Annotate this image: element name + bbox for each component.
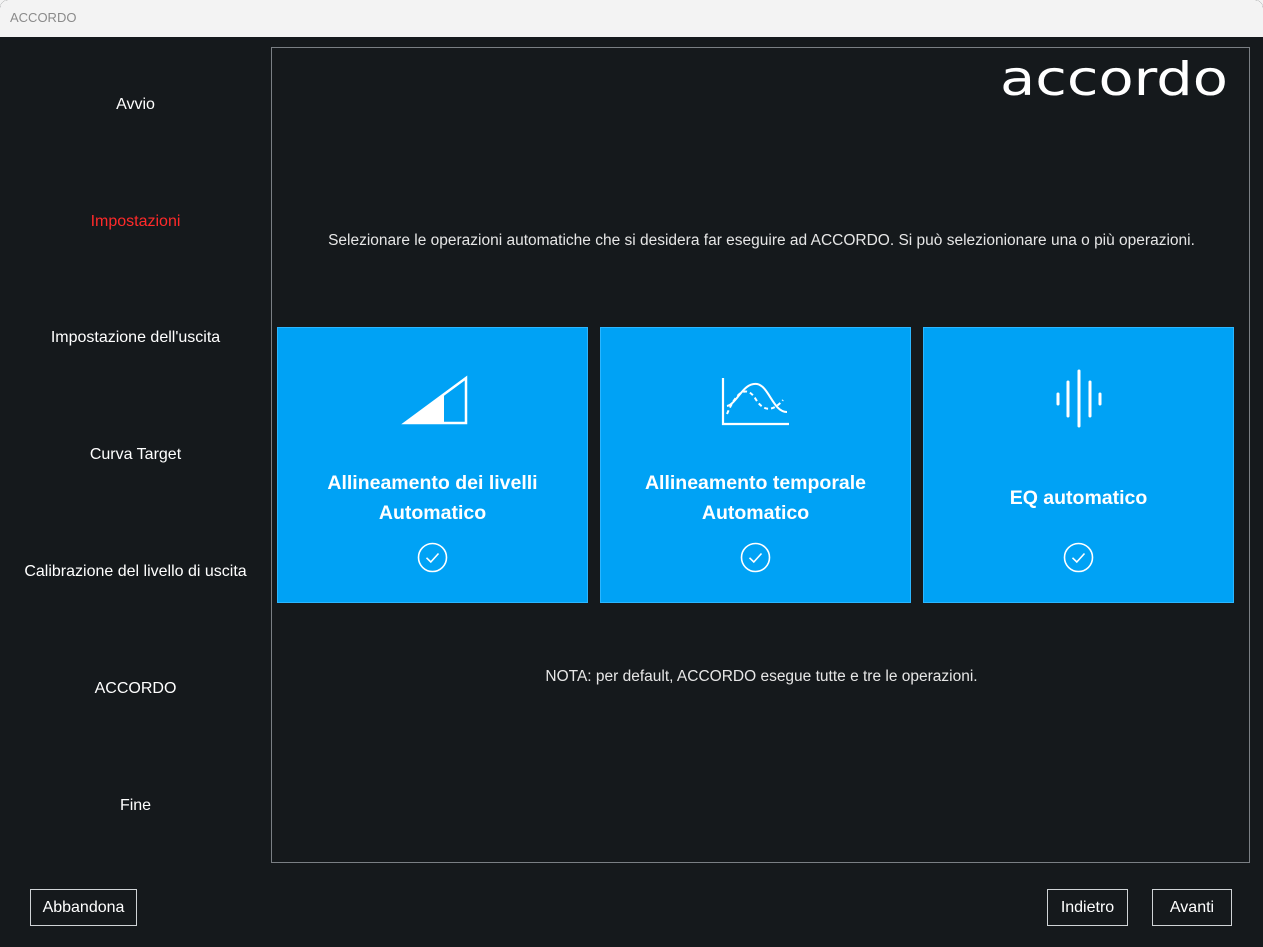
card-title-line2: Automatico bbox=[378, 502, 487, 524]
instructions-text: Selezionare le operazioni automatiche ch… bbox=[328, 232, 1195, 249]
check-circle-icon[interactable] bbox=[417, 542, 448, 573]
card-title-line2: Automatico bbox=[701, 502, 810, 524]
title-bar: ACCORDO bbox=[0, 0, 1263, 37]
abandon-button[interactable]: Abbandona bbox=[30, 889, 137, 926]
next-button[interactable]: Avanti bbox=[1152, 889, 1232, 926]
step-impostazioni: Impostazioni bbox=[90, 213, 181, 230]
level-ramp-icon bbox=[278, 368, 587, 438]
card-title-line1: Allineamento dei livelli bbox=[327, 472, 538, 494]
card-title: EQ automatico bbox=[1009, 487, 1148, 509]
audio-bars-icon bbox=[924, 368, 1233, 438]
step-fine: Fine bbox=[119, 797, 152, 814]
time-wave-icon bbox=[601, 368, 910, 438]
card-auto-eq[interactable]: EQ automatico bbox=[923, 327, 1234, 603]
app-window: ACCORDO Avvio Impostazioni Impostazione … bbox=[0, 0, 1263, 947]
window-title: ACCORDO bbox=[10, 10, 77, 25]
card-title-line1: Allineamento temporale bbox=[644, 472, 867, 494]
card-level-alignment[interactable]: Allineamento dei livelli Automatico bbox=[277, 327, 588, 603]
content-panel: accordo Selezionare le operazioni automa… bbox=[271, 47, 1250, 863]
check-circle-icon[interactable] bbox=[740, 542, 771, 573]
back-button[interactable]: Indietro bbox=[1047, 889, 1128, 926]
step-impostazione-uscita: Impostazione dell'uscita bbox=[50, 329, 221, 346]
logo-text: accordo bbox=[1000, 60, 1228, 100]
wizard-steps-sidebar: Avvio Impostazioni Impostazione dell'usc… bbox=[0, 37, 271, 867]
step-avvio: Avvio bbox=[116, 96, 155, 113]
step-curva-target: Curva Target bbox=[89, 446, 182, 463]
check-circle-icon[interactable] bbox=[1063, 542, 1094, 573]
card-time-alignment[interactable]: Allineamento temporale Automatico bbox=[600, 327, 911, 603]
note-text: NOTA: per default, ACCORDO esegue tutte … bbox=[545, 668, 978, 685]
accordo-logo: accordo bbox=[1000, 60, 1228, 100]
step-calibrazione: Calibrazione del livello di uscita bbox=[24, 563, 247, 580]
step-accordo: ACCORDO bbox=[94, 680, 177, 697]
